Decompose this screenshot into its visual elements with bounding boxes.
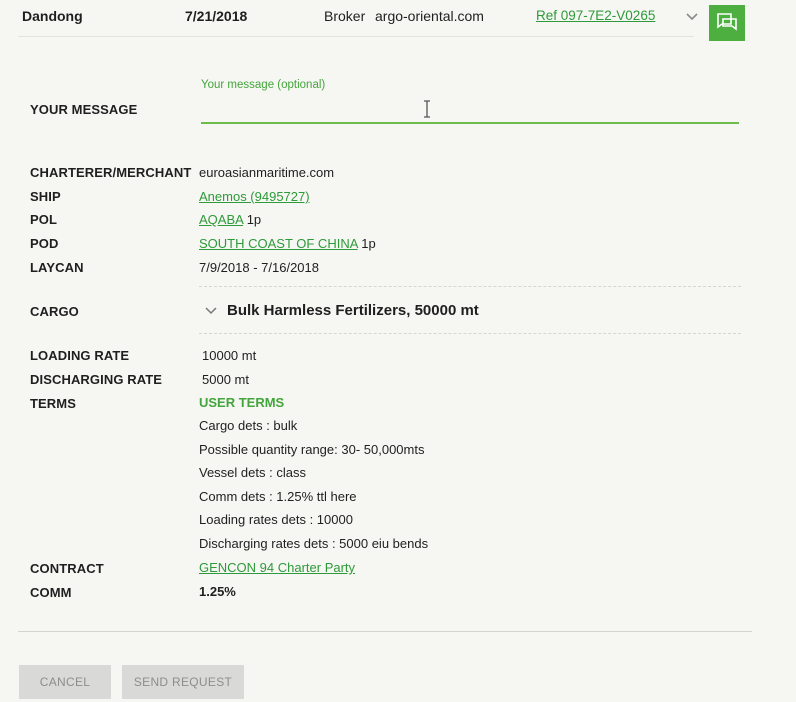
message-label: YOUR MESSAGE (30, 102, 138, 117)
ship-label: SHIP (30, 189, 61, 204)
comm-value: 1.25% (199, 584, 236, 599)
pod-link[interactable]: SOUTH COAST OF CHINA (199, 236, 358, 251)
message-placeholder: Your message (optional) (201, 79, 326, 91)
pol-value: AQABA 1p (199, 212, 261, 227)
pod-suffix: 1p (361, 236, 376, 251)
terms-line: Possible quantity range: 30- 50,000mts (199, 442, 425, 457)
terms-label: TERMS (30, 396, 76, 411)
message-input[interactable] (201, 92, 739, 124)
chat-icon (717, 13, 737, 31)
send-request-button[interactable]: SEND REQUEST (122, 665, 244, 699)
reference-link[interactable]: Ref 097-7E2-V0265 (536, 8, 655, 23)
section-divider (199, 333, 741, 334)
pod-label: POD (30, 236, 59, 251)
ship-link[interactable]: Anemos (9495727) (199, 189, 310, 204)
laycan-label: LAYCAN (30, 260, 84, 275)
header-port: Dandong (22, 8, 83, 24)
text-cursor-icon (421, 99, 433, 119)
discharging-rate-label: DISCHARGING RATE (30, 372, 163, 387)
header-broker-label: Broker (324, 8, 366, 24)
header-divider (18, 36, 694, 37)
terms-line: Comm dets : 1.25% ttl here (199, 489, 357, 504)
cargo-value: Bulk Harmless Fertilizers, 50000 mt (227, 302, 479, 319)
loading-rate-label: LOADING RATE (30, 348, 130, 363)
terms-line: Cargo dets : bulk (199, 418, 298, 433)
pol-link[interactable]: AQABA (199, 212, 243, 227)
chevron-down-icon[interactable] (684, 9, 700, 25)
terms-line: Loading rates dets : 10000 (199, 512, 353, 527)
charterer-label: CHARTERER/MERCHANT (30, 165, 192, 180)
section-divider (199, 286, 741, 287)
terms-line: Discharging rates dets : 5000 eiu bends (199, 536, 429, 551)
contract-link[interactable]: GENCON 94 Charter Party (199, 560, 355, 575)
laycan-value: 7/9/2018 - 7/16/2018 (199, 260, 319, 275)
header-date: 7/21/2018 (185, 8, 248, 24)
cargo-label: CARGO (30, 304, 79, 319)
footer-divider (18, 631, 752, 632)
pol-label: POL (30, 212, 58, 227)
loading-rate-value: 10000 mt (202, 348, 257, 363)
pod-value: SOUTH COAST OF CHINA 1p (199, 236, 376, 251)
comm-label: COMM (30, 585, 72, 600)
request-form-screen: { "header": { "port": "Dandong", "date":… (0, 0, 796, 702)
terms-heading: USER TERMS (199, 395, 285, 410)
terms-line: Vessel dets : class (199, 465, 306, 480)
charterer-value: euroasianmaritime.com (199, 165, 335, 180)
contract-label: CONTRACT (30, 561, 104, 576)
header-broker-value: argo-oriental.com (375, 8, 484, 24)
discharging-rate-value: 5000 mt (202, 372, 249, 387)
cargo-expand-icon[interactable] (204, 304, 218, 318)
cancel-button[interactable]: CANCEL (19, 665, 111, 699)
chat-button[interactable] (709, 5, 745, 41)
pol-suffix: 1p (246, 212, 262, 227)
